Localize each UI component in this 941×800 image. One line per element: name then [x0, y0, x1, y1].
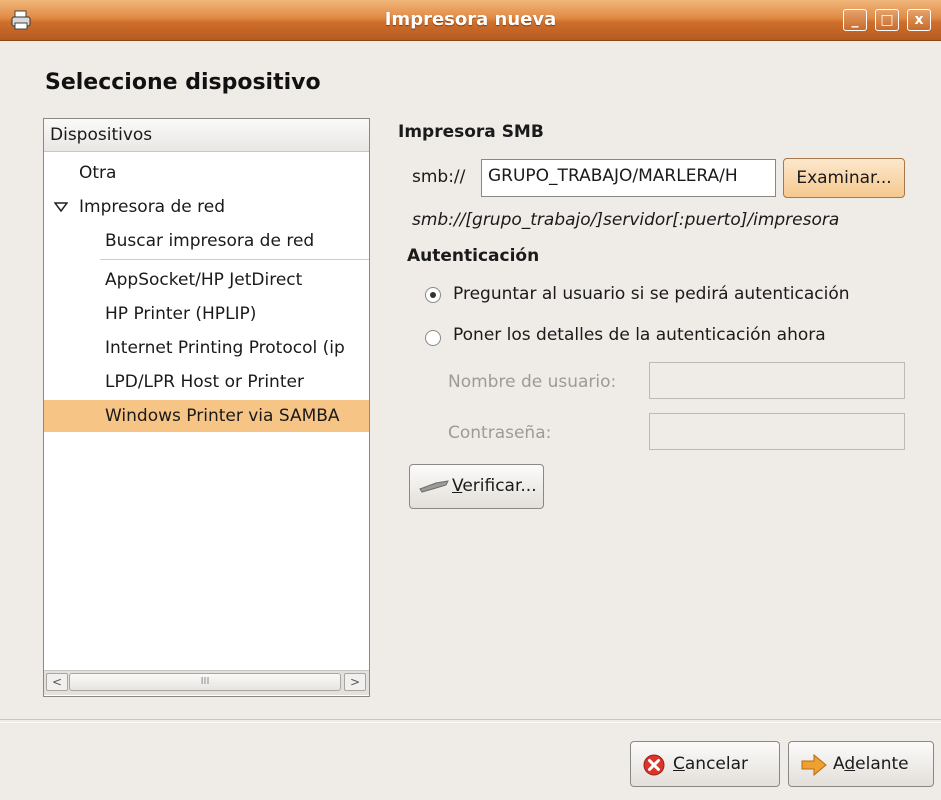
scroll-thumb-grip: III	[200, 676, 210, 687]
scroll-left-button[interactable]: <	[46, 673, 68, 691]
auth-section-title: Autenticación	[407, 246, 540, 266]
browse-button[interactable]: Examinar...	[783, 158, 905, 198]
username-label: Nombre de usuario:	[448, 372, 617, 392]
window-title: Impresora nueva	[384, 9, 557, 30]
footer-separator	[0, 719, 941, 723]
tree-item-samba[interactable]: Windows Printer via SAMBA	[105, 406, 340, 426]
forward-button[interactable]: Adelante	[788, 741, 934, 787]
verify-button[interactable]: Verificar...	[409, 464, 544, 509]
tree-item-network-printer[interactable]: Impresora de red	[79, 197, 225, 217]
tree-item-ipp[interactable]: Internet Printing Protocol (ip	[105, 338, 345, 358]
new-printer-dialog: Impresora nueva _ □ x Seleccione disposi…	[0, 0, 941, 800]
key-icon	[419, 480, 449, 493]
forward-label: Adelante	[833, 754, 909, 774]
tree-item-find-network-printer[interactable]: Buscar impresora de red	[105, 231, 314, 251]
expander-down-icon[interactable]	[54, 200, 68, 214]
scroll-right-button[interactable]: >	[344, 673, 366, 691]
tree-item-lpd[interactable]: LPD/LPR Host or Printer	[105, 372, 304, 392]
password-field[interactable]	[649, 413, 905, 450]
cancel-button[interactable]: Cancelar	[630, 741, 780, 787]
password-label: Contraseña:	[448, 423, 552, 443]
tree-item-hplip[interactable]: HP Printer (HPLIP)	[105, 304, 256, 324]
title-bar[interactable]: Impresora nueva _ □ x	[0, 0, 941, 41]
tree-item-appsocket[interactable]: AppSocket/HP JetDirect	[105, 270, 302, 290]
smb-uri-hint: smb://[grupo_trabajo/]servidor[:puerto]/…	[412, 210, 840, 230]
maximize-button[interactable]: □	[875, 9, 899, 31]
smb-uri-input[interactable]: GRUPO_TRABAJO/MARLERA/H	[481, 159, 776, 197]
auth-now-label[interactable]: Poner los detalles de la autenticación a…	[453, 325, 826, 345]
auth-now-radio[interactable]	[425, 330, 441, 346]
page-title: Seleccione dispositivo	[45, 70, 321, 95]
device-tree[interactable]: Dispositivos Otra Impresora de red Busca…	[43, 118, 370, 697]
verify-label: Verificar...	[452, 476, 537, 496]
horizontal-scrollbar[interactable]: < III >	[44, 670, 369, 695]
device-column-header[interactable]: Dispositivos	[44, 119, 369, 152]
arrow-right-icon	[801, 754, 827, 776]
scroll-thumb[interactable]: III	[69, 673, 341, 691]
smb-section-title: Impresora SMB	[398, 122, 544, 142]
close-button[interactable]: x	[907, 9, 931, 31]
auth-ask-radio[interactable]	[425, 287, 441, 303]
smb-prefix-label: smb://	[412, 167, 466, 187]
auth-ask-label[interactable]: Preguntar al usuario si se pedirá autent…	[453, 284, 850, 304]
minimize-button[interactable]: _	[843, 9, 867, 31]
device-column-header-label: Dispositivos	[50, 125, 153, 145]
username-field[interactable]	[649, 362, 905, 399]
tree-divider	[100, 259, 369, 260]
cancel-icon	[643, 754, 665, 776]
cancel-label: Cancelar	[673, 754, 749, 774]
tree-item-otra[interactable]: Otra	[79, 163, 116, 183]
